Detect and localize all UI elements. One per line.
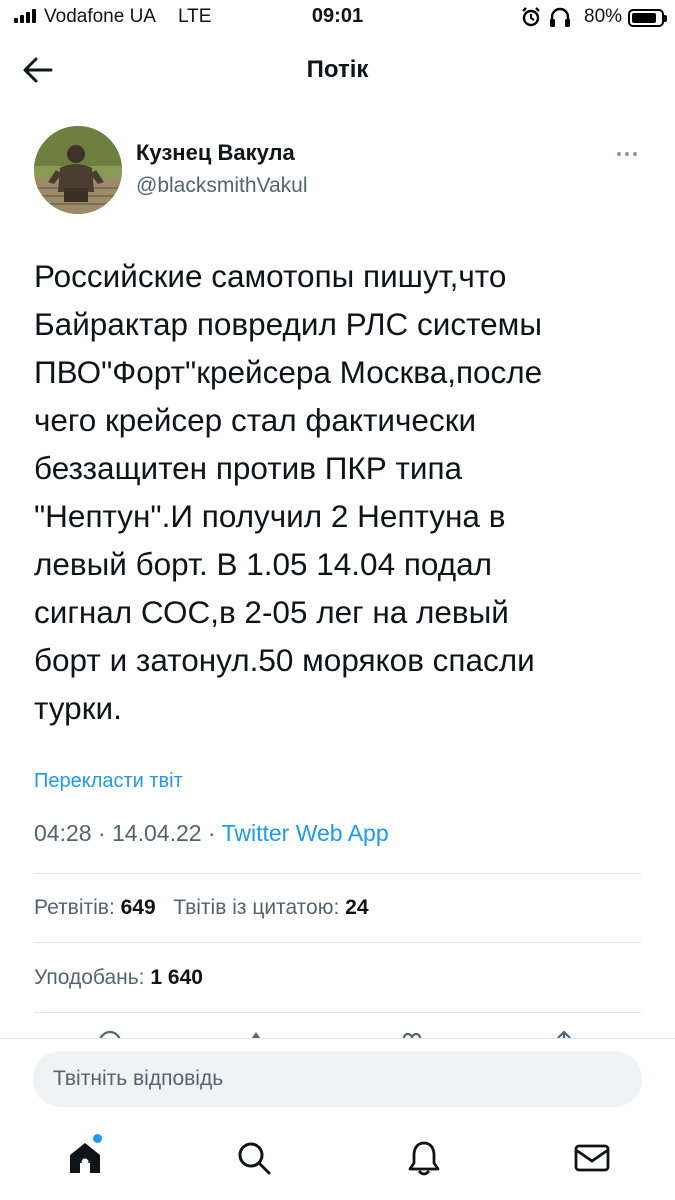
reply-input[interactable] bbox=[33, 1051, 642, 1107]
avatar-image bbox=[34, 126, 122, 214]
tweet-text-line: Байрактар повредил РЛС системы bbox=[34, 306, 542, 342]
divider bbox=[34, 873, 641, 874]
nav-notifications[interactable] bbox=[402, 1136, 446, 1180]
more-dot bbox=[633, 152, 637, 156]
unread-indicator bbox=[93, 1134, 102, 1143]
messages-icon bbox=[574, 1144, 610, 1172]
tweet-source-link[interactable]: Twitter Web App bbox=[222, 820, 389, 846]
header: Потік bbox=[0, 40, 675, 100]
divider bbox=[34, 942, 641, 943]
author-handle[interactable]: @blacksmithVakul bbox=[136, 174, 308, 198]
divider bbox=[34, 1012, 641, 1013]
tweet-date: 14.04.22 bbox=[112, 820, 202, 846]
retweets-label: Ретвітів: bbox=[34, 896, 115, 919]
tweet-text-line: борт и затонул.50 моряков спасли bbox=[34, 642, 535, 678]
more-options-button[interactable] bbox=[610, 144, 644, 164]
tweet-text: Российские самотопы пишут,что Байрактар … bbox=[34, 252, 649, 732]
meta-separator: · bbox=[91, 820, 113, 846]
more-dot bbox=[625, 152, 629, 156]
battery-icon bbox=[628, 9, 667, 27]
likes-count: 1 640 bbox=[150, 966, 203, 989]
meta-separator: · bbox=[201, 820, 222, 846]
status-icons bbox=[520, 6, 572, 28]
more-dot bbox=[617, 152, 621, 156]
headphones-icon bbox=[550, 7, 570, 27]
quotes-count: 24 bbox=[345, 896, 369, 919]
alarm-icon bbox=[522, 7, 540, 27]
quotes-stat[interactable]: Твітів із цитатою: 24 bbox=[173, 896, 368, 919]
likes-stat[interactable]: Уподобань: 1 640 bbox=[34, 966, 203, 990]
translate-tweet-link[interactable]: Перекласти твіт bbox=[34, 770, 183, 793]
nav-messages[interactable] bbox=[570, 1136, 614, 1180]
avatar[interactable] bbox=[34, 126, 122, 214]
tweet-text-line: "Нептун".И получил 2 Нептуна в bbox=[34, 498, 506, 534]
home-icon bbox=[70, 1143, 100, 1173]
tweet-text-line: ПВО"Форт"крейсера Москва,после bbox=[34, 354, 543, 390]
search-icon bbox=[238, 1142, 271, 1175]
retweets-stat[interactable]: Ретвітів: 649 bbox=[34, 896, 156, 919]
tweet-text-line: чего крейсер стал фактически bbox=[34, 402, 477, 438]
tweet-meta: 04:28 · 14.04.22 · Twitter Web App bbox=[34, 820, 389, 847]
nav-search[interactable] bbox=[232, 1136, 276, 1180]
retweet-stats: Ретвітів: 649 Твітів із цитатою: 24 bbox=[34, 896, 369, 920]
retweets-count: 649 bbox=[120, 896, 156, 919]
tweet-text-line: Российские самотопы пишут,что bbox=[34, 258, 507, 294]
quotes-label: Твітів із цитатою: bbox=[173, 896, 340, 919]
tweet-text-line: турки. bbox=[34, 690, 122, 726]
bottom-nav bbox=[0, 1120, 675, 1200]
tweet-text-line: сигнал СОС,в 2-05 лег на левый bbox=[34, 594, 509, 630]
likes-label: Уподобань: bbox=[34, 966, 145, 989]
notifications-icon bbox=[408, 1141, 440, 1176]
battery-percent: 80% bbox=[584, 6, 623, 27]
tweet-time: 04:28 bbox=[34, 820, 92, 846]
tweet-text-line: беззащитен против ПКР типа bbox=[34, 450, 463, 486]
author-name[interactable]: Кузнец Вакула bbox=[136, 140, 295, 166]
tweet-text-line: левый борт. В 1.05 14.04 подал bbox=[34, 546, 493, 582]
status-bar: Vodafone UA LTE 09:01 80% bbox=[0, 0, 675, 36]
page-title: Потік bbox=[306, 56, 369, 83]
reply-bar bbox=[0, 1038, 675, 1120]
status-time: 09:01 bbox=[311, 5, 364, 27]
nav-home[interactable] bbox=[63, 1136, 107, 1180]
